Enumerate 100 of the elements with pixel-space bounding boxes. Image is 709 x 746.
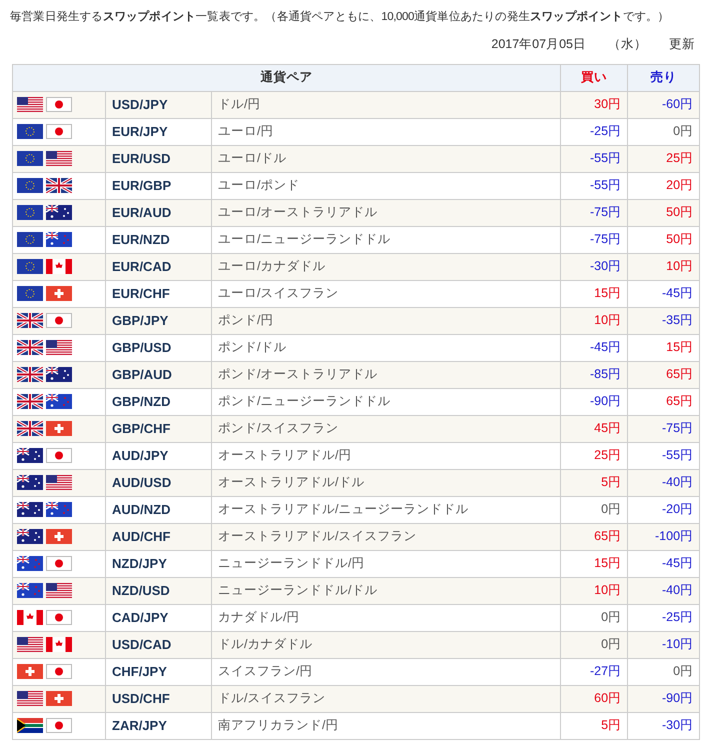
buy-value: -55円 bbox=[590, 151, 622, 166]
buy-value: 15円 bbox=[594, 286, 622, 300]
pair-cell: EUR/USD bbox=[106, 145, 212, 172]
pair-cell: AUD/JPY bbox=[106, 442, 212, 470]
sell-value: -20円 bbox=[662, 502, 694, 516]
name-cell: オーストラリアドル/ニュージーランドドル bbox=[212, 496, 561, 524]
name-cell: ユーロ/スイスフラン bbox=[212, 280, 561, 308]
new-zealand-flag-icon bbox=[46, 502, 72, 518]
pair-cell: GBP/JPY bbox=[106, 307, 212, 334]
sell-value: -30円 bbox=[662, 718, 694, 732]
eu-flag-icon bbox=[17, 232, 43, 248]
name-cell: ユーロ/ドル bbox=[212, 145, 561, 172]
pair-cell: USD/CAD bbox=[106, 631, 212, 658]
buy-value: -75円 bbox=[590, 232, 622, 246]
sell-value: -40円 bbox=[662, 475, 694, 490]
sell-value: -10円 bbox=[662, 637, 694, 652]
australia-flag-icon bbox=[17, 502, 43, 518]
buy-value: 5円 bbox=[601, 718, 622, 732]
sell-value: -40円 bbox=[662, 583, 694, 598]
name-cell: ポンド/スイスフラン bbox=[212, 415, 561, 442]
name-cell: スイスフラン/円 bbox=[212, 658, 561, 686]
name-cell: ポンド/ドル bbox=[212, 334, 561, 362]
us-flag-icon bbox=[46, 583, 72, 598]
name-cell: ドル/円 bbox=[212, 91, 561, 118]
us-flag-icon bbox=[17, 691, 43, 706]
australia-flag-icon bbox=[17, 529, 43, 544]
buy-value: 65円 bbox=[594, 529, 622, 544]
pair-cell: EUR/GBP bbox=[106, 172, 212, 200]
uk-flag-icon bbox=[17, 313, 43, 328]
pair-cell: AUD/NZD bbox=[106, 496, 212, 524]
column-header: 通貨ペア bbox=[12, 64, 561, 92]
update-date: 2017年07月05日 bbox=[491, 36, 586, 53]
column-header: 買い bbox=[560, 64, 628, 92]
sell-value: 10円 bbox=[666, 259, 694, 274]
pair-cell: GBP/CHF bbox=[106, 415, 212, 442]
name-cell: ニュージーランドドル/円 bbox=[212, 550, 561, 578]
swiss-flag-icon bbox=[46, 286, 72, 302]
sell-value: 25円 bbox=[666, 151, 694, 166]
sell-value: 65円 bbox=[666, 367, 694, 382]
sell-value: 0円 bbox=[673, 664, 694, 678]
us-flag-icon bbox=[46, 340, 72, 356]
update-label: 更新 bbox=[669, 36, 695, 53]
australia-flag-icon bbox=[46, 205, 72, 220]
name-cell: ニュージーランドドル/ドル bbox=[212, 577, 561, 604]
pair-cell: AUD/USD bbox=[106, 469, 212, 496]
uk-flag-icon bbox=[17, 421, 43, 436]
buy-value: -55円 bbox=[590, 178, 622, 192]
name-cell: ユーロ/カナダドル bbox=[212, 253, 561, 280]
pair-cell: CAD/JPY bbox=[106, 604, 212, 632]
name-cell: オーストラリアドル/スイスフラン bbox=[212, 523, 561, 550]
us-flag-icon bbox=[46, 151, 72, 166]
pair-cell: USD/CHF bbox=[106, 685, 212, 712]
name-cell: ユーロ/円 bbox=[212, 118, 561, 146]
sell-value: -75円 bbox=[662, 421, 694, 436]
japan-flag-icon bbox=[46, 664, 72, 680]
sell-value: 65円 bbox=[666, 394, 694, 408]
sell-value: 50円 bbox=[666, 232, 694, 246]
name-cell: ポンド/円 bbox=[212, 307, 561, 334]
name-cell: カナダドル/円 bbox=[212, 604, 561, 632]
buy-value: 5円 bbox=[601, 475, 622, 490]
buy-value: -27円 bbox=[590, 664, 622, 678]
south-africa-flag-icon bbox=[17, 718, 43, 734]
buy-value: -90円 bbox=[590, 394, 622, 408]
sell-value: 50円 bbox=[666, 205, 694, 220]
sell-value: 15円 bbox=[666, 340, 694, 354]
buy-value: -85円 bbox=[590, 367, 622, 382]
name-cell: ドル/カナダドル bbox=[212, 631, 561, 658]
name-cell: ドル/スイスフラン bbox=[212, 685, 561, 712]
pair-cell: GBP/NZD bbox=[106, 388, 212, 416]
us-flag-icon bbox=[17, 97, 43, 112]
eu-flag-icon bbox=[17, 259, 43, 274]
name-cell: ポンド/オーストラリアドル bbox=[212, 361, 561, 388]
swiss-flag-icon bbox=[46, 691, 72, 706]
sell-value: 0円 bbox=[673, 124, 694, 138]
pair-cell: EUR/CAD bbox=[106, 253, 212, 280]
buy-value: -25円 bbox=[590, 124, 622, 138]
pair-cell: NZD/USD bbox=[106, 577, 212, 604]
australia-flag-icon bbox=[17, 475, 43, 490]
sell-value: -55円 bbox=[662, 448, 694, 462]
eu-flag-icon bbox=[17, 178, 43, 194]
buy-value: 0円 bbox=[601, 610, 622, 624]
pair-cell: USD/JPY bbox=[106, 91, 212, 118]
buy-value: -45円 bbox=[590, 340, 622, 354]
name-cell: オーストラリアドル/ドル bbox=[212, 469, 561, 496]
buy-value: 60円 bbox=[594, 691, 622, 706]
japan-flag-icon bbox=[46, 313, 72, 328]
canada-flag-icon bbox=[46, 637, 72, 652]
buy-value: 0円 bbox=[601, 502, 622, 516]
buy-value: 45円 bbox=[594, 421, 622, 436]
uk-flag-icon bbox=[17, 340, 43, 356]
pair-cell: EUR/NZD bbox=[106, 226, 212, 254]
japan-flag-icon bbox=[46, 124, 72, 140]
swiss-flag-icon bbox=[46, 421, 72, 436]
pair-cell: AUD/CHF bbox=[106, 523, 212, 550]
update-weekday: （水） bbox=[608, 36, 647, 53]
intro-text: 毎営業日発生するスワップポイント一覧表です。（各通貨ペアともに、10,000通貨単位あたりの発生スワップポイントです。） bbox=[10, 9, 670, 25]
sell-value: -45円 bbox=[662, 286, 694, 300]
sell-value: -25円 bbox=[662, 610, 694, 624]
swiss-flag-icon bbox=[46, 529, 72, 544]
japan-flag-icon bbox=[46, 556, 72, 572]
